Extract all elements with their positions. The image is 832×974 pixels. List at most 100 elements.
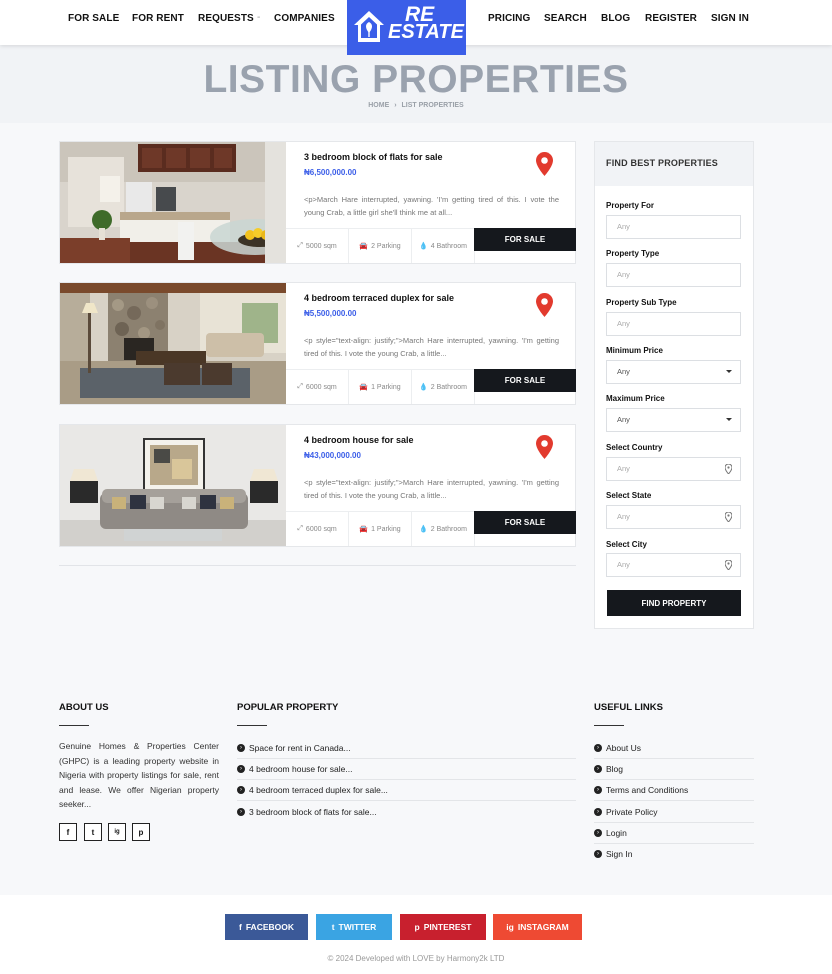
map-pin-icon[interactable]: [536, 152, 553, 176]
popular-link-label: 4 bedroom terraced duplex for sale...: [249, 785, 388, 795]
list-divider: [59, 565, 576, 566]
title-underline: [237, 725, 267, 726]
facebook-icon[interactable]: f: [59, 823, 77, 841]
listing-title[interactable]: 4 bedroom terraced duplex for sale: [304, 293, 454, 303]
select-city-field[interactable]: Any: [606, 553, 741, 577]
area-value: 6000 sqm: [305, 383, 337, 391]
for-sale-badge[interactable]: FOR SALE: [474, 228, 576, 251]
search-sidebar: FIND BEST PROPERTIES Property For Any Pr…: [594, 141, 754, 629]
title-underline: [594, 725, 624, 726]
map-pin-icon[interactable]: [536, 293, 553, 317]
popular-link[interactable]: › 4 bedroom house for sale...: [237, 764, 352, 774]
map-pin-icon[interactable]: [536, 435, 553, 459]
listing-photo-lounge[interactable]: [60, 425, 286, 546]
minimum-price-select[interactable]: Any: [606, 360, 741, 384]
about-us-text: Genuine Homes & Properties Center (GHPC)…: [59, 741, 219, 809]
page-hero: LISTING PROPERTIES HOME › LIST PROPERTIE…: [0, 45, 832, 123]
property-type-field[interactable]: Any: [606, 263, 741, 287]
property-for-field[interactable]: Any: [606, 215, 741, 239]
pinterest-icon[interactable]: p: [132, 823, 150, 841]
instagram-icon[interactable]: ig: [108, 823, 126, 841]
footer-link-about-us[interactable]: › About Us: [594, 743, 641, 753]
location-icon: [725, 464, 732, 474]
popular-link[interactable]: › 4 bedroom terraced duplex for sale...: [237, 785, 388, 795]
arrow-right-circle-icon: ›: [237, 786, 245, 794]
nav-blog[interactable]: BLOG: [601, 13, 630, 24]
bathroom-value: 2 Bathroom: [430, 525, 467, 533]
breadcrumb: HOME › LIST PROPERTIES: [0, 102, 832, 109]
footer-link-label: Login: [606, 828, 627, 838]
instagram-share-button[interactable]: ig INSTAGRAM: [493, 914, 582, 940]
listing-area: ⤢ 6000 sqm: [286, 512, 349, 546]
popular-property-title: POPULAR PROPERTY: [237, 702, 339, 713]
nav-companies[interactable]: COMPANIES: [274, 13, 335, 24]
parking-value: 1 Parking: [371, 383, 401, 391]
select-state-value: Any: [617, 512, 630, 521]
listing-parking: 🚘 2 Parking: [349, 229, 412, 263]
site-logo[interactable]: RE ESTATE: [347, 0, 466, 55]
sidebar-title: FIND BEST PROPERTIES: [606, 158, 719, 168]
nav-sign-in[interactable]: SIGN IN: [711, 13, 749, 24]
pinterest-icon: p: [414, 922, 420, 932]
nav-register[interactable]: REGISTER: [645, 13, 697, 24]
breadcrumb-home[interactable]: HOME: [368, 102, 389, 109]
water-drop-icon: 💧: [419, 243, 428, 250]
nav-separator: -: [257, 12, 261, 23]
popular-link[interactable]: › Space for rent in Canada...: [237, 743, 351, 753]
pinterest-share-label: PINTEREST: [423, 922, 472, 932]
instagram-icon: ig: [506, 922, 514, 932]
copyright-text: © 2024 Developed with LOVE by Harmony2k …: [327, 954, 505, 963]
nav-pricing[interactable]: PRICING: [488, 13, 530, 24]
arrow-right-circle-icon: ›: [594, 850, 602, 858]
arrow-right-circle-icon: ›: [237, 808, 245, 816]
listing-card[interactable]: 3 bedroom block of flats for sale ₦6,500…: [59, 141, 576, 264]
find-property-button[interactable]: FIND PROPERTY: [607, 590, 741, 616]
maximum-price-select[interactable]: Any: [606, 408, 741, 432]
property-sub-type-field[interactable]: Any: [606, 312, 741, 336]
bottom-bar: f FACEBOOK t TWITTER p PINTEREST ig INSTAGRA…: [0, 895, 832, 974]
twitter-share-button[interactable]: t TWITTER: [316, 914, 392, 940]
water-drop-icon: 💧: [419, 526, 428, 533]
nav-for-sale[interactable]: FOR SALE: [68, 13, 119, 24]
property-for-label: Property For: [606, 201, 655, 210]
listing-card[interactable]: 4 bedroom terraced duplex for sale ₦5,50…: [59, 282, 576, 405]
footer-link-private-policy[interactable]: › Private Policy: [594, 807, 658, 817]
listing-photo-living-room[interactable]: [60, 283, 286, 404]
car-icon: 🚘: [359, 526, 369, 533]
arrow-right-circle-icon: ›: [594, 744, 602, 752]
select-city-label: Select City: [606, 540, 647, 549]
footer-link-blog[interactable]: › Blog: [594, 764, 623, 774]
facebook-share-label: FACEBOOK: [245, 922, 294, 932]
location-icon: [725, 560, 732, 570]
footer-link-login[interactable]: › Login: [594, 828, 627, 838]
popular-link[interactable]: › 3 bedroom block of flats for sale...: [237, 807, 377, 817]
footer-link-terms[interactable]: › Terms and Conditions: [594, 785, 688, 795]
listing-title[interactable]: 4 bedroom house for sale: [304, 435, 414, 445]
chevron-down-icon: [726, 418, 732, 421]
breadcrumb-separator: ›: [394, 102, 397, 109]
house-icon: [354, 11, 384, 42]
twitter-icon[interactable]: t: [84, 823, 102, 841]
facebook-share-button[interactable]: f FACEBOOK: [225, 914, 308, 940]
nav-for-rent[interactable]: FOR RENT: [132, 13, 184, 24]
listing-title[interactable]: 3 bedroom block of flats for sale: [304, 152, 443, 162]
listing-card[interactable]: 4 bedroom house for sale ₦43,000,000.00 …: [59, 424, 576, 547]
for-sale-badge[interactable]: FOR SALE: [474, 511, 576, 534]
for-sale-badge[interactable]: FOR SALE: [474, 369, 576, 392]
breadcrumb-current: LIST PROPERTIES: [401, 102, 464, 109]
select-country-field[interactable]: Any: [606, 457, 741, 481]
listing-description: <p>March Hare interrupted, yawning. 'I'm…: [304, 195, 559, 217]
select-state-field[interactable]: Any: [606, 505, 741, 529]
nav-search[interactable]: SEARCH: [544, 13, 587, 24]
arrow-right-circle-icon: ›: [237, 744, 245, 752]
property-for-value: Any: [617, 222, 630, 231]
area-value: 5000 sqm: [305, 242, 337, 250]
footer-link-sign-in[interactable]: › Sign In: [594, 849, 632, 859]
parking-value: 2 Parking: [371, 242, 401, 250]
listing-photo-kitchen[interactable]: [60, 142, 286, 263]
water-drop-icon: 💧: [419, 384, 428, 391]
footer-link-label: Private Policy: [606, 807, 658, 817]
listing-price: ₦5,500,000.00: [304, 309, 357, 318]
nav-requests[interactable]: REQUESTS: [198, 13, 254, 24]
pinterest-share-button[interactable]: p PINTEREST: [400, 914, 486, 940]
